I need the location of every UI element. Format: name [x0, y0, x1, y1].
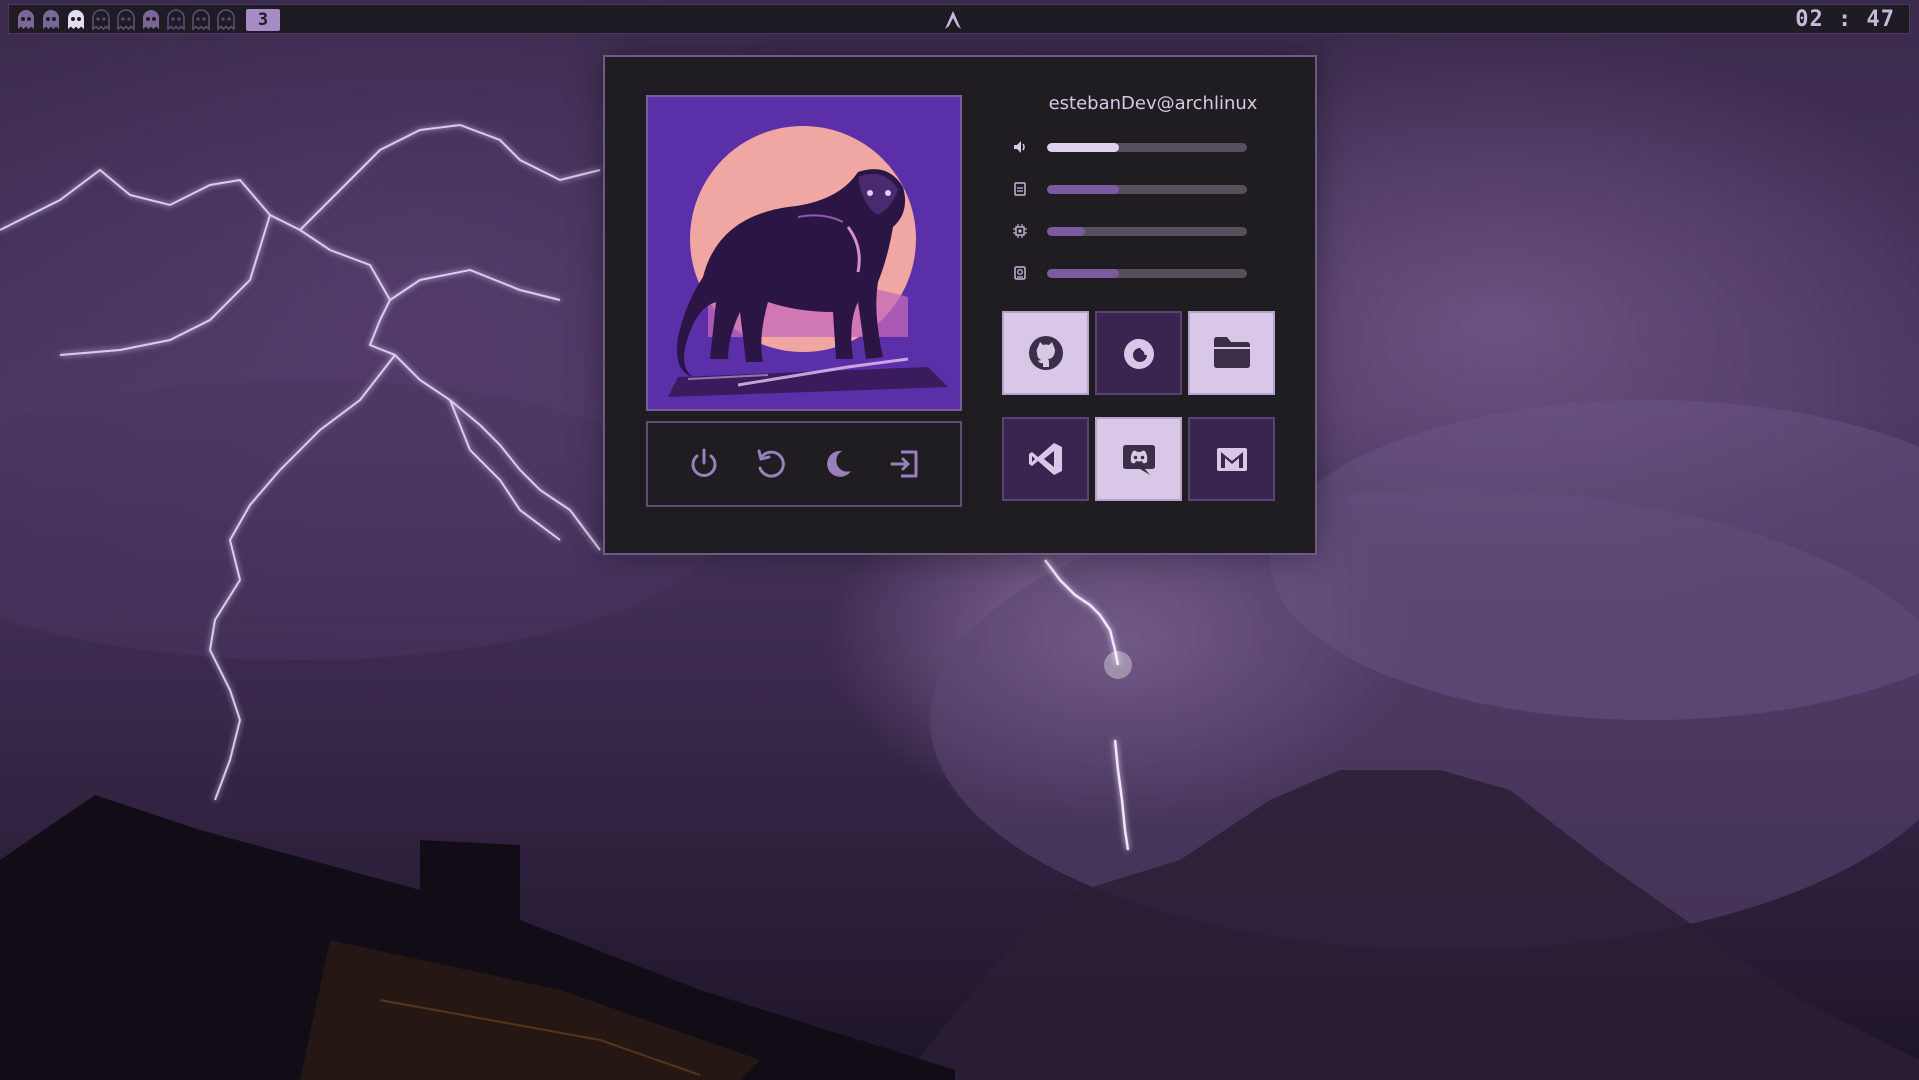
cpu-level	[1047, 227, 1085, 236]
user-host-label: estebanDev@archlinux	[1048, 93, 1258, 114]
avatar	[646, 95, 962, 411]
cpu-icon	[1011, 222, 1029, 240]
power-controls	[646, 421, 962, 507]
panther-avatar-image	[648, 97, 960, 409]
volume-slider[interactable]	[1047, 143, 1247, 152]
discord-button[interactable]	[1095, 417, 1182, 501]
power-icon	[691, 448, 716, 477]
cpu-bar	[1047, 227, 1247, 236]
vscode-button[interactable]	[1002, 417, 1089, 501]
logout-button[interactable]	[880, 439, 930, 489]
cpu-stat	[1011, 221, 1251, 241]
workspace-8-ghost-icon[interactable]	[190, 9, 212, 31]
clock: 02 : 47	[1795, 7, 1895, 32]
discord-icon	[1122, 445, 1155, 475]
disk-icon	[1011, 264, 1029, 282]
github-button[interactable]	[1002, 311, 1089, 395]
memory-icon	[1011, 180, 1029, 198]
firefox-button[interactable]	[1095, 311, 1182, 395]
workspace-2-ghost-icon[interactable]	[40, 9, 62, 31]
workspace-9-ghost-icon[interactable]	[215, 9, 237, 31]
memory-stat	[1011, 179, 1251, 199]
volume-icon	[1011, 138, 1029, 156]
disk-level	[1047, 269, 1119, 278]
memory-bar	[1047, 185, 1247, 194]
disk-stat	[1011, 263, 1251, 283]
arch-linux-icon[interactable]	[943, 10, 963, 30]
mail-icon	[1216, 448, 1247, 471]
workspace-5-ghost-icon[interactable]	[115, 9, 137, 31]
workspace-6-ghost-icon[interactable]	[140, 9, 162, 31]
logout-icon	[890, 450, 917, 478]
workspace-4-ghost-icon[interactable]	[90, 9, 112, 31]
github-icon	[1028, 336, 1063, 370]
firefox-icon	[1123, 338, 1154, 369]
gmail-button[interactable]	[1188, 417, 1275, 501]
sleep-button[interactable]	[813, 439, 863, 489]
vscode-icon	[1028, 443, 1062, 475]
restart-button[interactable]	[746, 439, 796, 489]
power-off-button[interactable]	[679, 439, 729, 489]
memory-level	[1047, 185, 1119, 194]
volume-level	[1047, 143, 1119, 152]
disk-bar	[1047, 269, 1247, 278]
volume-stat	[1011, 137, 1251, 157]
moon-icon	[826, 450, 851, 477]
restart-icon	[757, 449, 785, 478]
workspace-3-ghost-icon[interactable]	[65, 9, 87, 31]
top-bar: 3 02 : 47	[8, 4, 1910, 34]
workspace-list: 3	[15, 9, 280, 31]
workspace-7-ghost-icon[interactable]	[165, 9, 187, 31]
folder-icon	[1213, 337, 1250, 368]
current-workspace-badge: 3	[246, 9, 280, 31]
dashboard-panel: estebanDev@archlinux	[603, 55, 1317, 555]
workspace-1-ghost-icon[interactable]	[15, 9, 37, 31]
files-button[interactable]	[1188, 311, 1275, 395]
